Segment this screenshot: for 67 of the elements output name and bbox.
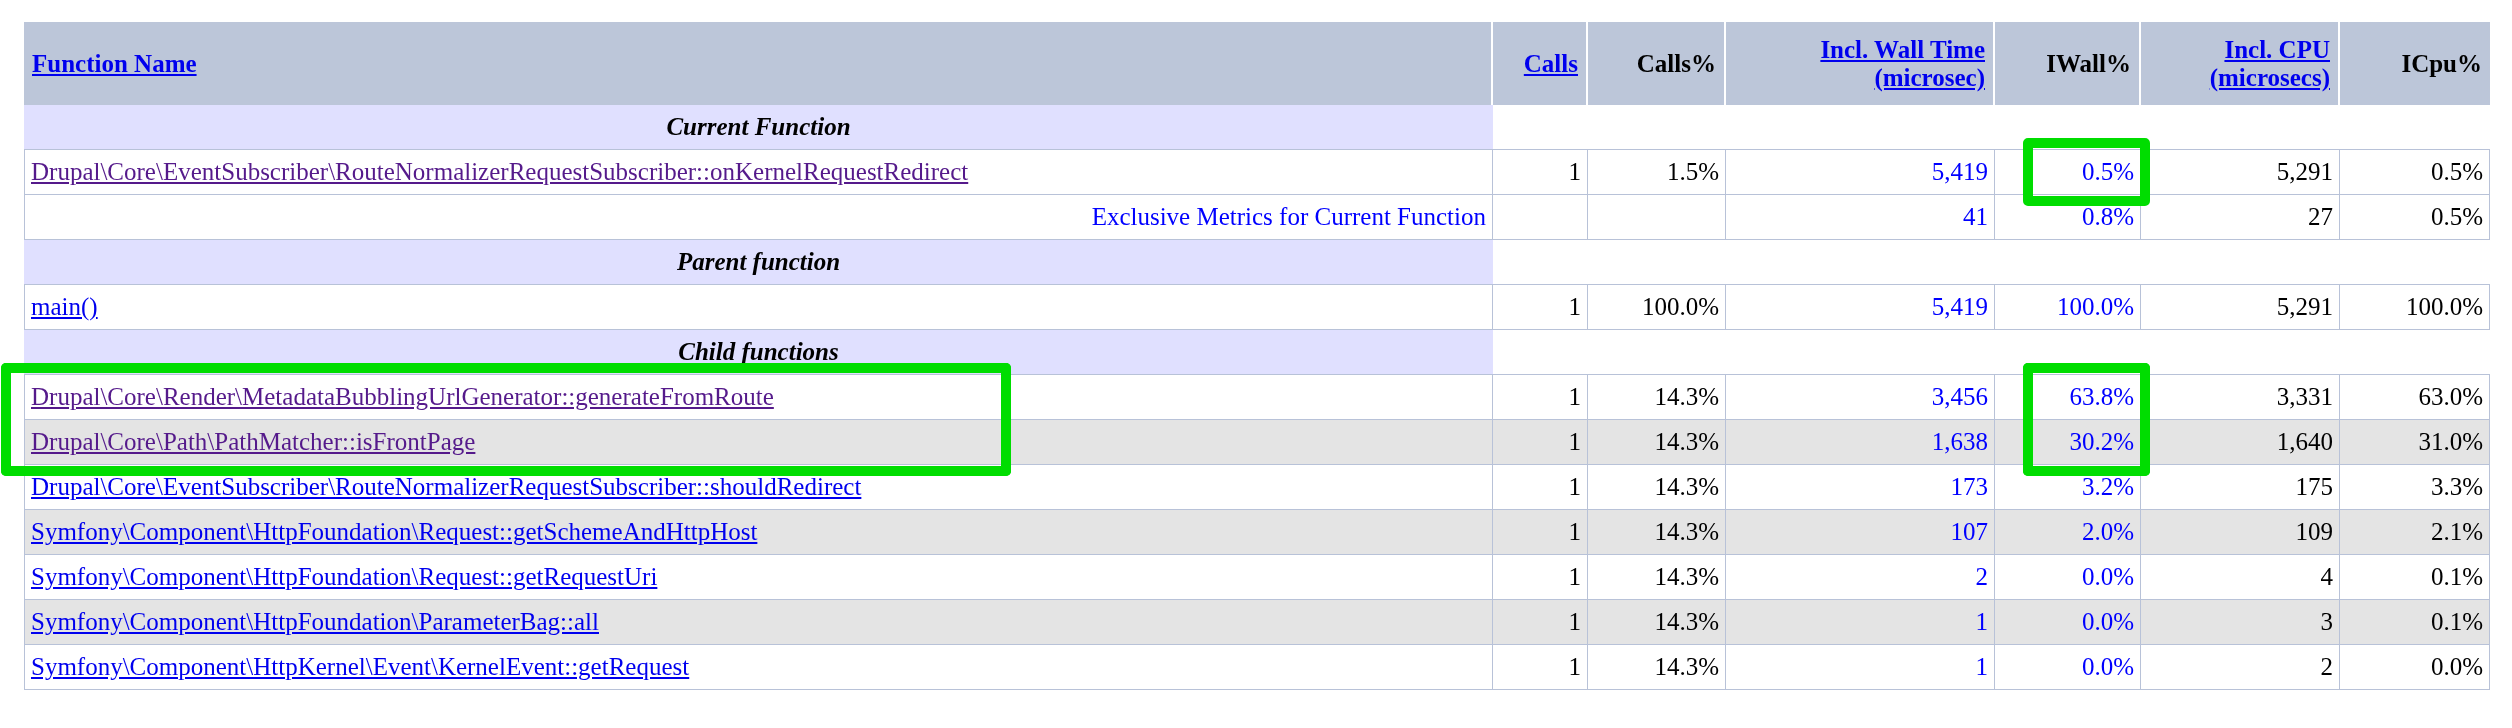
wall-time-value: 41 (1963, 203, 1988, 230)
wall-percent: 30.2% (2069, 428, 2134, 455)
wall-time-value: 107 (1950, 518, 1988, 545)
function-link[interactable]: main() (31, 293, 98, 320)
cpu-time-value: 5,291 (2276, 158, 2333, 185)
calls-value: 1 (1568, 383, 1581, 410)
cpu-percent: 31.0% (2418, 428, 2483, 455)
calls-percent: 14.3% (1654, 563, 1719, 590)
wall-percent: 0.0% (2081, 653, 2134, 680)
wall-percent: 0.0% (2081, 563, 2134, 590)
cpu-percent: 0.0% (2430, 653, 2483, 680)
cpu-time-value: 27 (2308, 203, 2333, 230)
wall-time-value: 3,456 (1931, 383, 1988, 410)
calls-percent: 14.3% (1654, 518, 1719, 545)
wall-percent: 3.2% (2081, 473, 2134, 500)
cpu-percent: 0.1% (2430, 608, 2483, 635)
wall-percent: 0.8% (2081, 203, 2134, 230)
wall-time-value: 5,419 (1931, 158, 1988, 185)
column-header-link[interactable]: Function Name (32, 49, 197, 78)
wall-percent: 2.0% (2081, 518, 2134, 545)
cpu-time-value: 4 (2320, 563, 2333, 590)
calls-value: 1 (1568, 563, 1581, 590)
wall-time-value: 1 (1975, 653, 1988, 680)
cpu-time-value: 3,331 (2276, 383, 2333, 410)
cpu-percent: 100.0% (2405, 293, 2483, 320)
calls-percent: 1.5% (1666, 158, 1719, 185)
wall-time-value: 2 (1975, 563, 1988, 590)
wall-percent: 100.0% (2056, 293, 2134, 320)
calls-percent: 14.3% (1654, 383, 1719, 410)
calls-value: 1 (1568, 653, 1581, 680)
section-heading: Parent function (24, 240, 1493, 285)
cpu-percent: 2.1% (2430, 518, 2483, 545)
calls-percent: 14.3% (1654, 428, 1719, 455)
cpu-percent: 0.1% (2430, 563, 2483, 590)
wall-time-value: 1 (1975, 608, 1988, 635)
calls-value: 1 (1568, 293, 1581, 320)
calls-percent: 100.0% (1641, 293, 1719, 320)
calls-percent: 14.3% (1654, 608, 1719, 635)
wall-percent: 0.5% (2081, 158, 2134, 185)
wall-time-value: 5,419 (1931, 293, 1988, 320)
wall-percent: 63.8% (2069, 383, 2134, 410)
column-header: IWall% (2046, 49, 2131, 78)
cpu-time-value: 3 (2320, 608, 2333, 635)
cpu-percent: 63.0% (2418, 383, 2483, 410)
function-link[interactable]: Drupal\Core\Path\PathMatcher::isFrontPage (31, 428, 476, 455)
calls-value: 1 (1568, 158, 1581, 185)
wall-percent: 0.0% (2081, 608, 2134, 635)
cpu-percent: 0.5% (2430, 203, 2483, 230)
cpu-percent: 3.3% (2430, 473, 2483, 500)
column-header: Calls% (1636, 49, 1716, 78)
cpu-time-value: 2 (2320, 653, 2333, 680)
column-header: ICpu% (2401, 49, 2482, 78)
calls-value: 1 (1568, 518, 1581, 545)
exclusive-metrics-label: Exclusive Metrics for Current Function (1090, 203, 1486, 231)
cpu-percent: 0.5% (2430, 158, 2483, 185)
calls-percent: 14.3% (1654, 473, 1719, 500)
cpu-time-value: 109 (2295, 518, 2333, 545)
cpu-time-value: 175 (2295, 473, 2333, 500)
cpu-time-value: 5,291 (2276, 293, 2333, 320)
calls-value: 1 (1568, 473, 1581, 500)
calls-value: 1 (1568, 608, 1581, 635)
wall-time-value: 1,638 (1931, 428, 1988, 455)
calls-value: 1 (1568, 428, 1581, 455)
cpu-time-value: 1,640 (2276, 428, 2333, 455)
wall-time-value: 173 (1950, 473, 1988, 500)
calls-percent: 14.3% (1654, 653, 1719, 680)
section-heading: Current Function (24, 105, 1493, 150)
